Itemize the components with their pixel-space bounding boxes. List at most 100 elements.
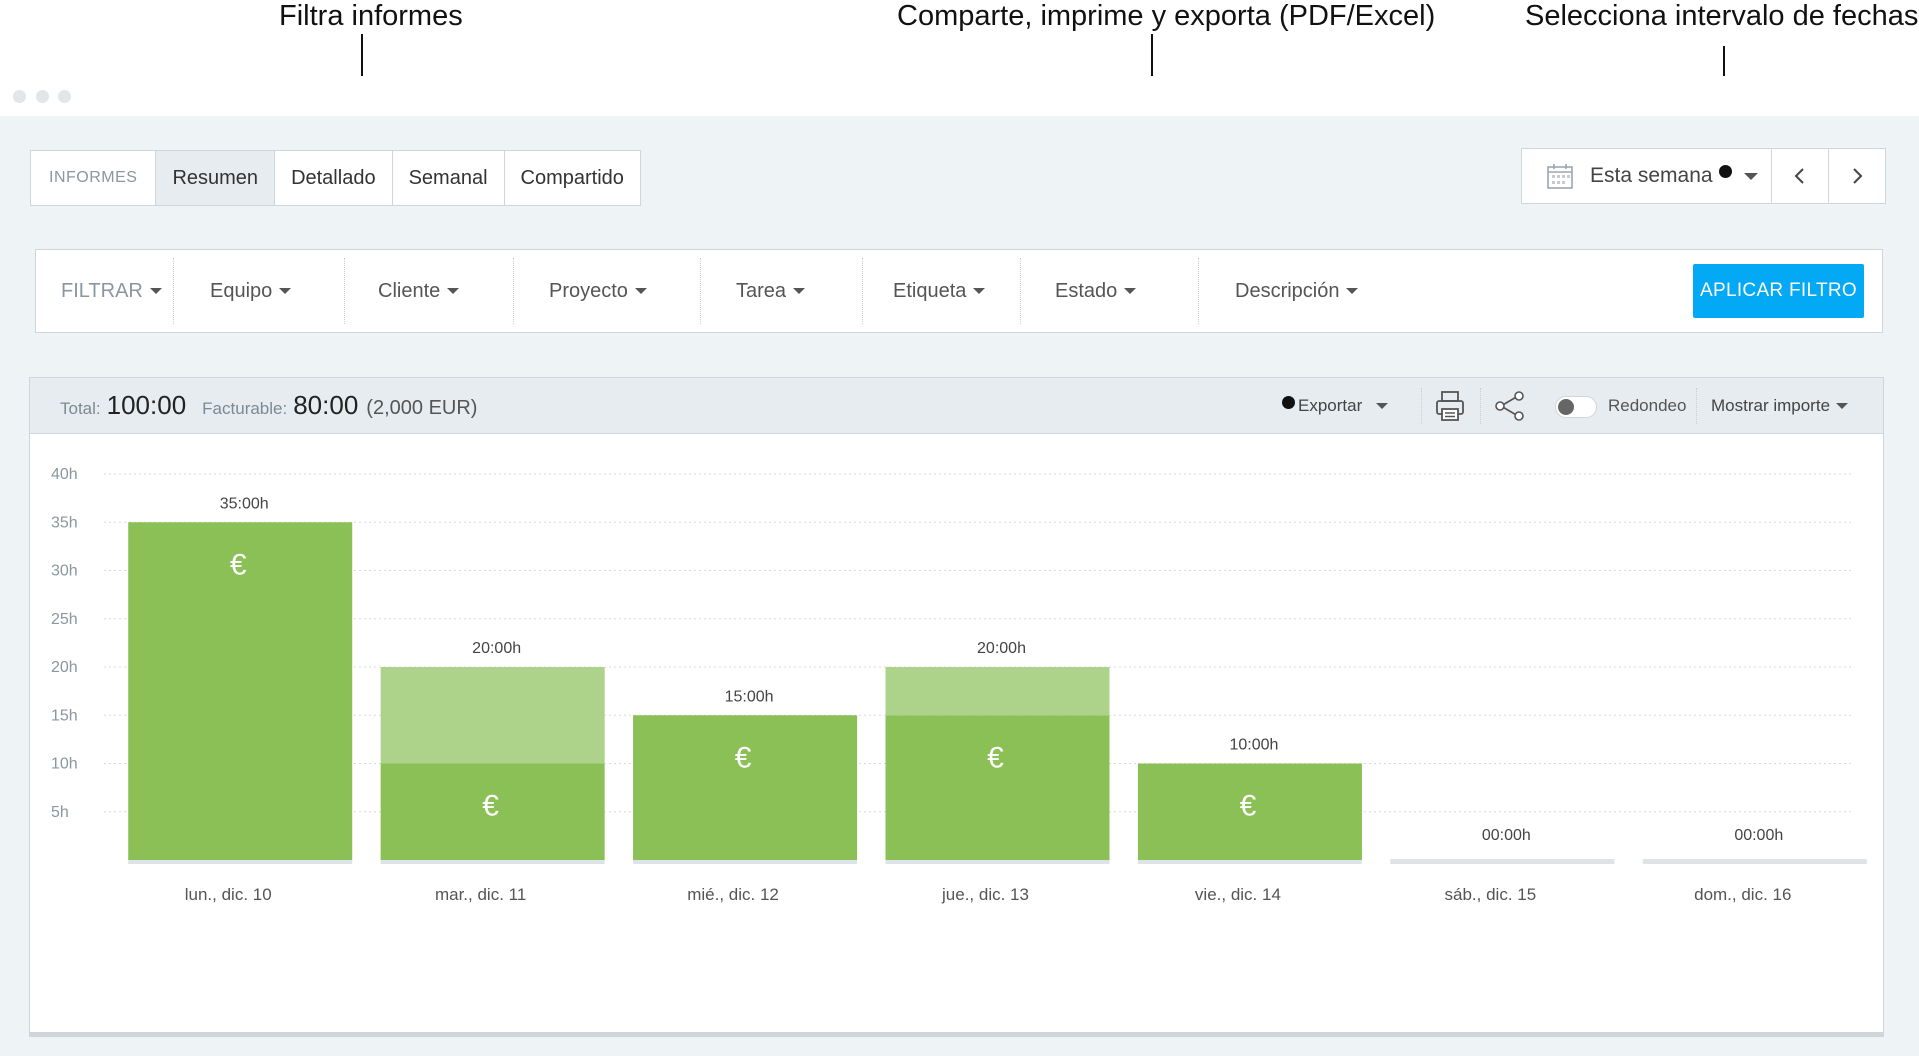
filter-label: Proyecto xyxy=(549,279,628,302)
tab-resumen[interactable]: Resumen xyxy=(155,151,275,205)
chevron-down-icon xyxy=(1376,403,1389,409)
billable-value: 80:00 xyxy=(293,390,359,420)
chevron-down-icon xyxy=(1346,288,1359,294)
filter-proyecto[interactable]: Proyecto xyxy=(549,250,647,332)
divider xyxy=(173,258,174,324)
x-tick-label: mié., dic. 12 xyxy=(687,885,779,904)
filter-equipo[interactable]: Equipo xyxy=(210,250,292,332)
tab-semanal[interactable]: Semanal xyxy=(391,151,504,205)
bar-total-label: 20:00h xyxy=(472,640,521,657)
calendar-icon xyxy=(1547,164,1573,189)
bar-baseline xyxy=(1390,859,1615,864)
bar-segment xyxy=(380,667,605,764)
filter-label: Equipo xyxy=(210,279,273,302)
annotation-export-dot xyxy=(1282,396,1295,409)
report-summary-bar: Total: 100:00 Facturable: 80:00 (2,000 E… xyxy=(30,378,1883,434)
x-tick-label: vie., dic. 14 xyxy=(1195,885,1281,904)
tab-detallado[interactable]: Detallado xyxy=(274,151,392,205)
filter-estado[interactable]: Estado xyxy=(1055,250,1137,332)
chevron-down-icon xyxy=(1124,288,1137,294)
x-tick-label: mar., dic. 11 xyxy=(435,885,526,904)
bar-total-label: 10:00h xyxy=(1229,737,1278,754)
filter-menu[interactable]: FILTRAR xyxy=(61,250,162,332)
filter-cliente[interactable]: Cliente xyxy=(378,250,460,332)
bar-segment xyxy=(633,715,858,860)
billable-label: Facturable: xyxy=(202,399,288,418)
y-tick-label: 25h xyxy=(51,611,78,628)
window-dot xyxy=(13,90,26,103)
date-range-picker: Esta semana xyxy=(1521,148,1886,204)
y-tick-label: 35h xyxy=(51,514,78,531)
window-dot xyxy=(58,90,71,103)
chevron-down-icon xyxy=(634,288,647,294)
x-tick-label: jue., dic. 13 xyxy=(941,885,1029,904)
report-panel: Total: 100:00 Facturable: 80:00 (2,000 E… xyxy=(29,377,1884,1037)
billable-euro-icon: € xyxy=(1240,790,1257,823)
billable-euro-icon: € xyxy=(735,741,752,774)
date-range-select[interactable]: Esta semana xyxy=(1522,149,1771,203)
apply-filter-button[interactable]: APLICAR FILTRO xyxy=(1693,264,1864,318)
filter-label: Descripción xyxy=(1235,279,1340,302)
tab-compartido[interactable]: Compartido xyxy=(503,151,640,205)
y-tick-label: 20h xyxy=(51,659,78,676)
print-icon[interactable] xyxy=(1432,388,1468,424)
show-amount-dropdown[interactable]: Mostrar importe xyxy=(1711,378,1849,434)
share-icon[interactable] xyxy=(1492,388,1528,424)
billable-euro-icon: € xyxy=(482,790,499,823)
billable-amount: (2,000 EUR) xyxy=(366,397,478,419)
rounding-label: Redondeo xyxy=(1608,396,1687,415)
divider xyxy=(700,258,701,324)
filter-label: Cliente xyxy=(378,279,441,302)
show-amount-label: Mostrar importe xyxy=(1711,396,1831,415)
filter-menu-label: FILTRAR xyxy=(61,279,143,302)
bar-baseline xyxy=(1642,859,1867,864)
prev-range-button[interactable] xyxy=(1771,149,1828,203)
y-tick-label: 10h xyxy=(51,756,78,773)
annotation-export: Comparte, imprime y exporta (PDF/Excel) xyxy=(897,0,1436,32)
annotation-daterange-dot xyxy=(1718,164,1732,178)
filter-label: Estado xyxy=(1055,279,1118,302)
chevron-down-icon xyxy=(1743,172,1758,180)
annotation-daterange: Selecciona intervalo de fechas xyxy=(1525,0,1919,32)
window-titlebar xyxy=(0,76,1919,116)
chevron-down-icon xyxy=(793,288,806,294)
filter-tarea[interactable]: Tarea xyxy=(736,250,806,332)
next-range-button[interactable] xyxy=(1828,149,1885,203)
divider xyxy=(344,258,345,324)
tab-section-label: INFORMES xyxy=(49,169,138,186)
divider xyxy=(1198,258,1199,324)
chevron-down-icon xyxy=(973,288,986,294)
total-label: Total: xyxy=(60,399,101,418)
annotation-filter: Filtra informes xyxy=(279,0,463,32)
chevron-down-icon xyxy=(149,288,162,294)
daily-hours-chart: 5h 10h 15h 20h 25h 30h 35h 40h €35:00h lun., dic.… xyxy=(51,466,1867,904)
total-value: 100:00 xyxy=(106,390,187,420)
filter-bar: FILTRAR Equipo Cliente Proyecto Tarea Et… xyxy=(35,249,1883,333)
date-range-label: Esta semana xyxy=(1590,164,1713,187)
toggle-knob xyxy=(1558,399,1574,415)
billable-euro-icon: € xyxy=(987,741,1004,774)
rounding-toggle[interactable] xyxy=(1555,396,1597,418)
totals: Total: 100:00 Facturable: 80:00 (2,000 E… xyxy=(60,390,477,421)
x-tick-label: lun., dic. 10 xyxy=(185,885,272,904)
bar-total-label: 00:00h xyxy=(1482,827,1531,844)
bar-total-label: 35:00h xyxy=(220,495,269,512)
y-tick-label: 5h xyxy=(51,804,69,821)
window-dot xyxy=(36,90,49,103)
divider xyxy=(513,258,514,324)
export-button[interactable]: Exportar xyxy=(1298,378,1389,434)
filter-label: Tarea xyxy=(736,279,787,302)
divider xyxy=(1480,388,1481,424)
divider xyxy=(862,258,863,324)
bar-segment xyxy=(885,667,1110,716)
bar-total-label: 00:00h xyxy=(1734,827,1783,844)
chevron-down-icon xyxy=(279,288,292,294)
filter-etiqueta[interactable]: Etiqueta xyxy=(893,250,986,332)
filter-descripcion[interactable]: Descripción xyxy=(1235,250,1359,332)
app-window: INFORMES Resumen Detallado Semanal Compa… xyxy=(0,76,1919,1056)
y-tick-label: 15h xyxy=(51,707,78,724)
chevron-right-icon xyxy=(1853,168,1863,184)
billable-euro-icon: € xyxy=(230,548,247,581)
export-label: Exportar xyxy=(1298,396,1363,415)
y-tick-label: 30h xyxy=(51,563,78,580)
